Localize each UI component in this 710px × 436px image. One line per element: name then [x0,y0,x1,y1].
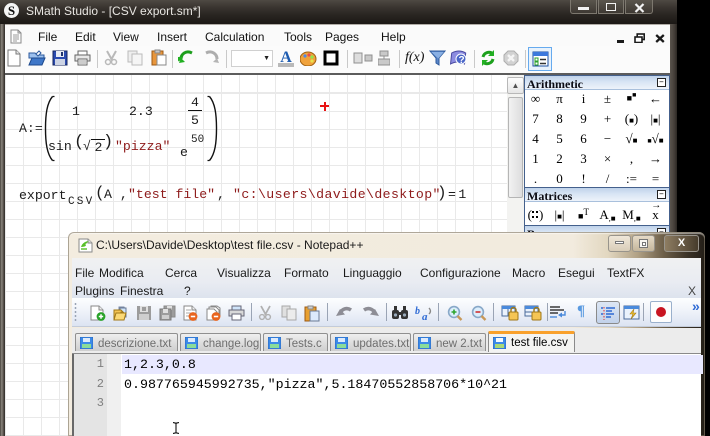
svg-text:a: a [422,311,428,321]
svg-text:?: ? [459,55,465,66]
svg-text:b: b [415,306,420,317]
